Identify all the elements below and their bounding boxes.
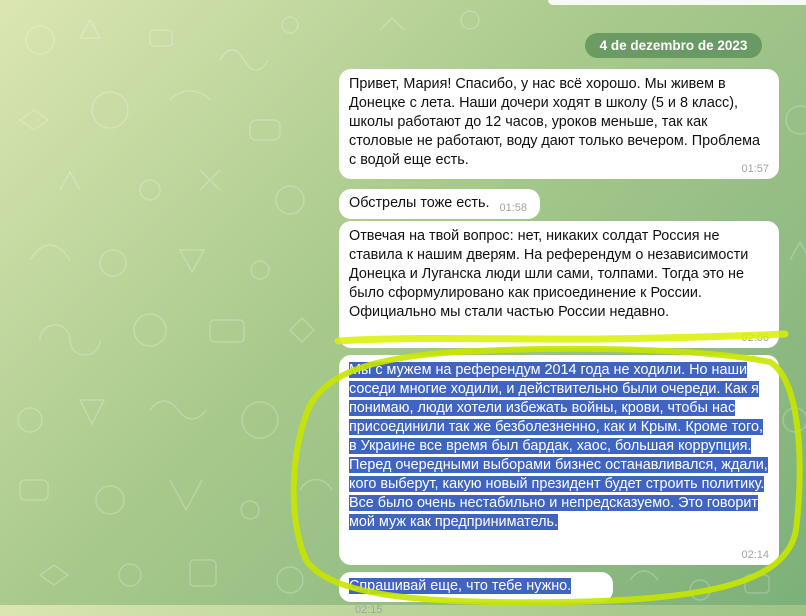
message-time: 02:15 bbox=[355, 604, 383, 616]
message-bubble[interactable]: Отвечая на твой вопрос: нет, никаких сол… bbox=[339, 221, 779, 348]
message-time: 02:06 bbox=[741, 332, 769, 344]
message-time: 02:14 bbox=[741, 549, 769, 561]
message-bubble-selected[interactable]: Спрашивай еще, что тебе нужно. 02:15 bbox=[339, 572, 613, 616]
message-text: Отвечая на твой вопрос: нет, никаких сол… bbox=[349, 228, 749, 320]
message-bubble[interactable]: Привет, Мария! Спасибо, у нас всё хорошо… bbox=[339, 69, 779, 179]
message-bubble-selected[interactable]: Мы с мужем на референдум 2014 года не хо… bbox=[339, 355, 779, 565]
selected-message-text: Спрашивай еще, что тебе нужно. bbox=[349, 578, 572, 594]
selected-message-text: Мы с мужем на референдум 2014 года не хо… bbox=[349, 362, 768, 530]
message-text: Привет, Мария! Спасибо, у нас всё хорошо… bbox=[349, 76, 760, 168]
message-text: Обстрелы тоже есть. bbox=[349, 195, 490, 211]
message-bubble[interactable]: Обстрелы тоже есть. 01:58 bbox=[339, 189, 540, 219]
message-time: 01:58 bbox=[499, 202, 528, 214]
message-time: 01:57 bbox=[741, 163, 769, 175]
top-edge-strip bbox=[548, 0, 806, 5]
date-separator: 4 de dezembro de 2023 bbox=[585, 33, 762, 58]
